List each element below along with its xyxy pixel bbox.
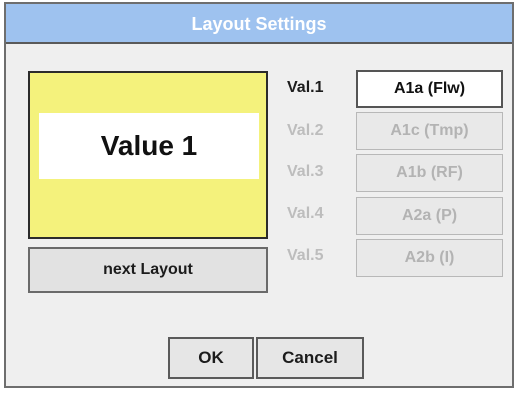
val-4-label: Val.4 xyxy=(287,205,324,222)
val-5-label: Val.5 xyxy=(287,247,324,264)
val-3-label: Val.3 xyxy=(287,163,324,180)
val-3-channel-button[interactable]: A1b (RF) xyxy=(356,154,503,192)
preview-value-field: Value 1 xyxy=(39,113,259,179)
ok-button[interactable]: OK xyxy=(168,337,254,379)
val-1-label: Val.1 xyxy=(287,79,324,96)
layout-settings-dialog: Layout Settings Value 1 next Layout Val.… xyxy=(4,2,514,388)
next-layout-button[interactable]: next Layout xyxy=(28,247,268,293)
layout-preview: Value 1 xyxy=(28,71,268,239)
val-4-channel-button[interactable]: A2a (P) xyxy=(356,197,503,235)
dialog-title: Layout Settings xyxy=(6,4,512,44)
val-2-label: Val.2 xyxy=(287,122,324,139)
val-5-channel-button[interactable]: A2b (I) xyxy=(356,239,503,277)
val-2-channel-button[interactable]: A1c (Tmp) xyxy=(356,112,503,150)
cancel-button[interactable]: Cancel xyxy=(256,337,364,379)
val-1-channel-button[interactable]: A1a (Flw) xyxy=(356,70,503,108)
